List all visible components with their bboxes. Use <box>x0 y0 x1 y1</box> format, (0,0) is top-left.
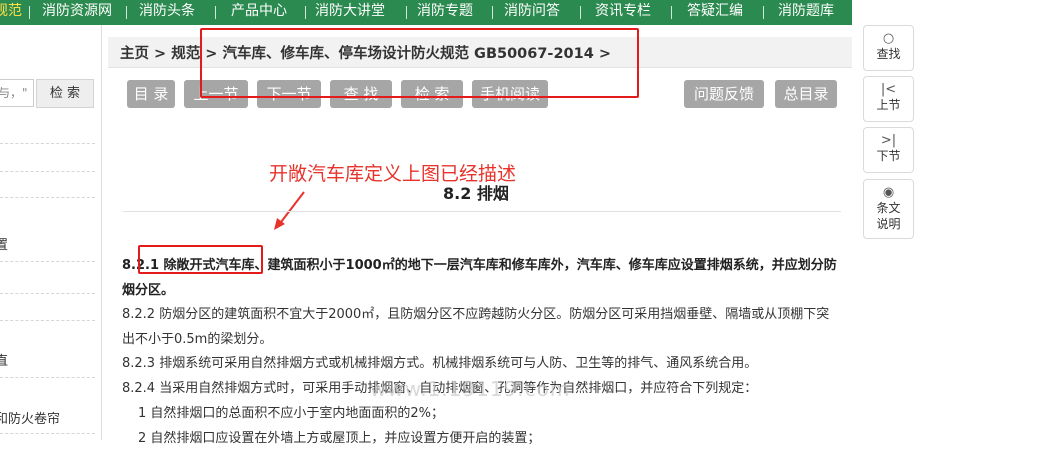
list-divider <box>0 433 95 434</box>
annotation-arrow-icon <box>274 191 305 230</box>
sidebar-item-direct[interactable]: 直 <box>0 350 8 369</box>
clause-8-2-2: 8.2.2 防烟分区的建筑面积不宜大于2000㎡，且防烟分区不应跨越防火分区。防… <box>122 307 830 347</box>
list-divider <box>0 197 95 198</box>
clause-8-2-4-item-1: 1 自然排烟口的总面积不应小于室内地面面积的2%； <box>138 406 445 421</box>
nav-item-headlines[interactable]: 消防头条 <box>139 0 195 25</box>
side-explain-button[interactable]: ◉ 条文 说明 <box>863 179 914 239</box>
nav-separator <box>406 6 407 19</box>
section-title: 8.2 排烟 <box>443 184 509 203</box>
list-divider <box>0 261 95 262</box>
watermark: www.1.19119.com <box>370 377 571 401</box>
list-divider <box>0 377 95 378</box>
clause-8-2-4-item-2: 2 自然排烟口应设置在外墙上方或屋顶上，并应设置方便开启的装置； <box>138 431 541 446</box>
nav-item-lectures[interactable]: 消防大讲堂 <box>315 0 385 25</box>
nav-item-question-bank[interactable]: 消防题库 <box>778 0 834 25</box>
feedback-button[interactable]: 问题反馈 <box>684 80 764 108</box>
clause-8-2-3: 8.2.3 排烟系统可采用自然排烟方式或机械排烟方式。机械排烟系统可与人防、卫生… <box>122 356 758 371</box>
highlight-box-term <box>138 245 263 274</box>
top-nav: 规范 消防资源网 消防头条 产品中心 消防大讲堂 消防专题 消防问答 资讯专栏 … <box>0 0 852 25</box>
nav-item-products[interactable]: 产品中心 <box>231 0 287 25</box>
nav-separator <box>305 6 306 19</box>
highlight-box <box>200 28 639 98</box>
nav-item-answers[interactable]: 答疑汇编 <box>687 0 743 25</box>
nav-item-resources[interactable]: 消防资源网 <box>42 0 112 25</box>
nav-separator <box>763 6 764 19</box>
left-sidebar: 与，" 检 索 置 直 和防火卷帘 <box>0 25 102 440</box>
step-back-icon: |< <box>880 82 897 97</box>
list-divider <box>0 143 95 144</box>
title-divider <box>123 211 841 212</box>
nav-item-standards[interactable]: 规范 <box>0 0 22 25</box>
catalog-button[interactable]: 目 录 <box>127 80 175 108</box>
sidebar-item-fire-shutter[interactable]: 和防火卷帘 <box>0 408 60 427</box>
sidebar-item-setup[interactable]: 置 <box>0 234 8 253</box>
nav-item-columns[interactable]: 资讯专栏 <box>595 0 651 25</box>
nav-item-topics[interactable]: 消防专题 <box>417 0 473 25</box>
step-forward-icon: >| <box>880 133 897 148</box>
side-find-button[interactable]: ○ 查找 <box>863 25 914 71</box>
search-icon: ○ <box>882 31 895 46</box>
nav-separator <box>29 6 30 19</box>
nav-separator <box>126 6 127 19</box>
side-next-button[interactable]: >| 下节 <box>863 127 914 173</box>
left-search-button[interactable]: 检 索 <box>36 79 94 108</box>
list-divider <box>0 171 95 172</box>
nav-separator <box>492 6 493 19</box>
nav-separator <box>671 6 672 19</box>
nav-separator <box>215 6 216 19</box>
list-divider <box>0 320 95 321</box>
list-divider <box>0 293 95 294</box>
all-catalog-button[interactable]: 总目录 <box>775 80 837 108</box>
left-search-input[interactable]: 与，" <box>0 79 34 107</box>
eye-icon: ◉ <box>882 185 895 200</box>
nav-separator <box>580 6 581 19</box>
nav-item-qa[interactable]: 消防问答 <box>504 0 560 25</box>
side-prev-button[interactable]: |< 上节 <box>863 76 914 122</box>
